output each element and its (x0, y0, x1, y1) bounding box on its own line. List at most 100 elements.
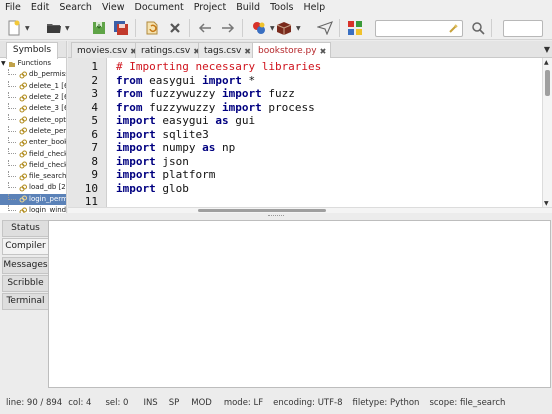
code-token: gui (228, 114, 256, 127)
clear-search-icon[interactable] (448, 23, 459, 37)
tree-item[interactable]: delete_perm (0, 125, 67, 137)
tab-scribble[interactable]: Scribble (2, 275, 48, 292)
tree-item[interactable]: file_search (0, 170, 66, 182)
function-icon (19, 82, 27, 90)
tree-item[interactable]: delete_1 [6 (0, 80, 66, 92)
menu-file[interactable]: File (0, 0, 26, 16)
tree-item-label: field_check (29, 160, 67, 169)
code-line[interactable]: from easygui import * (116, 74, 255, 88)
menu-edit[interactable]: Edit (26, 0, 54, 16)
tab-bookstore-py[interactable]: bookstore.py ✖ (252, 42, 332, 59)
code-line[interactable]: from fuzzywuzzy import process (116, 101, 315, 115)
back-icon[interactable] (196, 19, 214, 37)
compiler-output-panel[interactable] (48, 220, 551, 388)
tab-tags-csv[interactable]: tags.csv ✖ (198, 42, 256, 59)
tree-item[interactable]: delete_optic (0, 114, 66, 125)
code-line[interactable]: import platform (116, 168, 215, 182)
line-number: 9 (91, 168, 98, 181)
code-line[interactable]: import easygui as gui (116, 114, 255, 128)
tab-symbols[interactable]: Symbols (6, 42, 58, 59)
compile-dropdown-icon[interactable]: ▼ (270, 25, 275, 32)
collapse-arrow-icon[interactable]: ▼ (1, 58, 6, 69)
menu-help[interactable]: Help (299, 0, 331, 16)
run-icon[interactable] (316, 19, 334, 37)
code-token: process (261, 100, 315, 114)
tree-item[interactable]: delete_2 [6 (0, 91, 66, 103)
keyword-token: import (221, 87, 262, 100)
tree-item-label: delete_perm (29, 126, 67, 135)
code-token: * (241, 73, 256, 87)
status-mod: MOD (191, 398, 212, 408)
menu-tools[interactable]: Tools (265, 0, 298, 16)
menu-search[interactable]: Search (54, 0, 97, 16)
compile-icon[interactable] (250, 19, 268, 37)
tree-item[interactable]: field_check (0, 159, 67, 171)
save-icon[interactable] (90, 19, 108, 37)
vertical-scroll-thumb[interactable] (545, 70, 550, 96)
close-icon[interactable] (166, 19, 184, 37)
open-folder-dropdown-icon[interactable]: ▼ (65, 25, 70, 32)
code-token: numpy (155, 141, 203, 154)
comment-token: # Importing necessary libraries (116, 60, 322, 73)
code-line[interactable]: import json (116, 155, 189, 169)
line-number: 7 (91, 141, 98, 154)
scroll-up-arrow-icon[interactable]: ▲ (544, 59, 549, 66)
horizontal-scroll-thumb[interactable] (198, 209, 326, 212)
status-mode: mode: LF (223, 398, 264, 408)
forward-icon[interactable] (219, 19, 237, 37)
menu-project[interactable]: Project (189, 0, 232, 16)
save-all-icon[interactable] (112, 19, 130, 37)
color-chooser-icon[interactable] (346, 19, 364, 37)
code-line[interactable]: from fuzzywuzzy import fuzz (116, 87, 295, 101)
search-input-value (376, 21, 379, 31)
tab-status[interactable]: Status (2, 220, 48, 237)
build-icon[interactable] (275, 19, 293, 37)
tree-item[interactable]: enter_book (0, 137, 66, 148)
menu-document[interactable]: Document (130, 0, 189, 16)
code-line[interactable]: import numpy as np (116, 141, 235, 155)
tab-ratings-csv[interactable]: ratings.csv ✖ (135, 42, 205, 59)
code-token: glob (155, 181, 189, 195)
menu-bar: File Edit Search View Document Project B… (0, 0, 552, 16)
code-editor[interactable]: 1 2 3 4 5 6 7 8 9 10 11 # Importing necessary libr… (68, 58, 552, 213)
jump-to-line-input[interactable] (503, 19, 543, 37)
scroll-down-arrow-icon[interactable]: ▼ (544, 200, 549, 207)
menu-build[interactable]: Build (231, 0, 265, 16)
keyword-token: from (116, 87, 143, 100)
close-tab-icon[interactable]: ✖ (320, 47, 327, 56)
tab-compiler[interactable]: Compiler (2, 238, 48, 255)
tree-root-functions[interactable]: ▼ Functions (0, 58, 66, 69)
revert-icon[interactable] (143, 19, 161, 37)
code-line[interactable]: import sqlite3 (116, 128, 209, 142)
line-number: 5 (91, 114, 98, 127)
close-tab-icon[interactable]: ✖ (244, 47, 251, 56)
code-line[interactable]: import glob (116, 182, 189, 196)
tree-item-label: delete_optic (29, 115, 67, 124)
tree-item[interactable]: field_check (0, 148, 66, 159)
find-icon[interactable] (469, 19, 487, 37)
tree-item[interactable]: db_permiss (0, 69, 66, 80)
tree-item[interactable]: delete_3 [6 (0, 103, 66, 114)
code-line[interactable]: # Importing necessary libraries (116, 60, 321, 74)
tab-messages[interactable]: Messages (2, 257, 48, 274)
tab-movies-csv[interactable]: movies.csv ✖ (71, 42, 142, 59)
function-icon (19, 105, 27, 113)
toolbar: ▼ ▼ ▼ ▼ (0, 16, 552, 40)
status-ins: INS (143, 398, 158, 408)
vertical-scrollbar[interactable]: ▲ ▼ (542, 58, 552, 208)
new-file-dropdown-icon[interactable]: ▼ (25, 25, 30, 32)
menu-view[interactable]: View (97, 0, 130, 16)
tab-list-dropdown-icon[interactable]: ▼ (544, 45, 550, 54)
tree-item-selected[interactable]: login_perm (0, 193, 66, 205)
pane-splitter[interactable] (0, 213, 552, 220)
build-dropdown-icon[interactable]: ▼ (296, 25, 301, 32)
keyword-token: import (116, 141, 156, 154)
open-folder-icon[interactable] (45, 19, 63, 37)
function-icon (19, 173, 27, 181)
new-file-icon[interactable] (5, 19, 23, 37)
tab-terminal[interactable]: Terminal (2, 293, 48, 310)
tree-item[interactable]: load_db [26 (0, 182, 66, 193)
keyword-token: import (116, 181, 156, 195)
search-input[interactable] (375, 20, 463, 37)
fold-margin[interactable] (107, 58, 114, 208)
